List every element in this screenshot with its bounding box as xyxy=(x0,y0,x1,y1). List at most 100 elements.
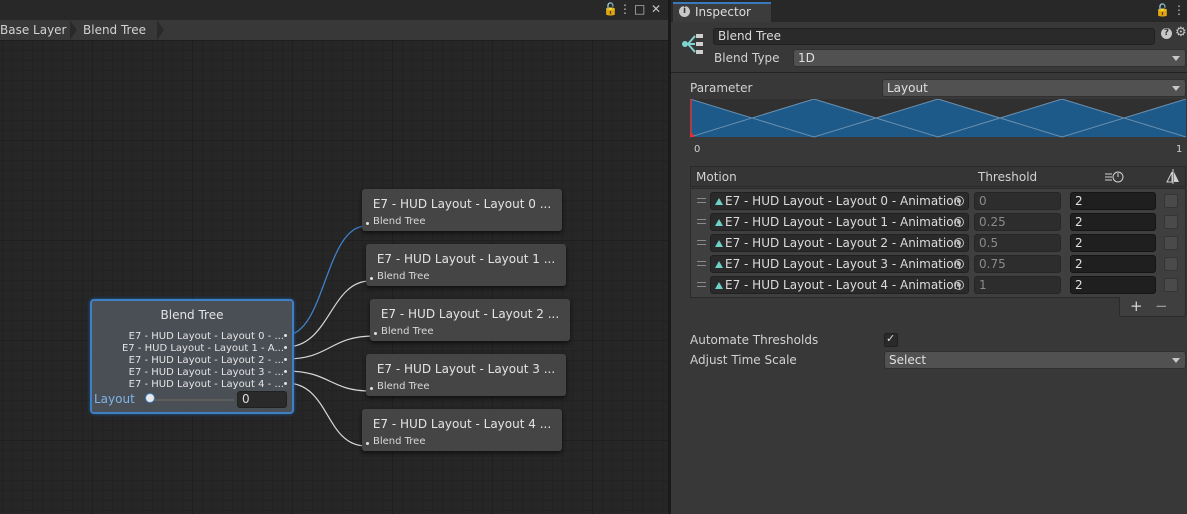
settings-icon[interactable]: ⚙ xyxy=(1175,25,1187,40)
speed-icon xyxy=(1105,171,1124,183)
child-node-2[interactable]: E7 - HUD Layout - Layout 2 ... Blend Tre… xyxy=(370,299,570,341)
graph-max-label: 1 xyxy=(1176,144,1183,155)
child-node-4[interactable]: E7 - HUD Layout - Layout 4 ... Blend Tre… xyxy=(362,409,562,451)
animation-clip-icon xyxy=(715,219,723,226)
motion-clip-field-4[interactable]: E7 - HUD Layout - Layout 4 - Animation xyxy=(710,276,969,294)
drag-handle-icon[interactable] xyxy=(697,261,706,266)
blend-output-3: E7 - HUD Layout - Layout 3 - ... xyxy=(128,367,284,378)
animation-clip-icon xyxy=(715,240,723,247)
blend-tree-node[interactable]: Blend Tree E7 - HUD Layout - Layout 0 - … xyxy=(90,299,294,414)
connection-lines xyxy=(285,225,375,447)
object-picker-icon[interactable] xyxy=(954,280,964,290)
child-node-title: E7 - HUD Layout - Layout 2 ... xyxy=(380,307,560,321)
motion-clip-field-3[interactable]: E7 - HUD Layout - Layout 3 - Animation xyxy=(710,255,969,273)
threshold-field-4[interactable]: 1 xyxy=(974,276,1061,294)
threshold-field-0[interactable]: 0 xyxy=(974,192,1061,210)
parameter-label: Parameter xyxy=(690,81,753,95)
blend-output-4: E7 - HUD Layout - Layout 4 - ... xyxy=(128,379,284,390)
child-node-subtitle: Blend Tree xyxy=(381,326,434,337)
parameter-label: Layout xyxy=(94,392,135,406)
motion-clip-field-0[interactable]: E7 - HUD Layout - Layout 0 - Animation xyxy=(710,192,969,210)
child-node-subtitle: Blend Tree xyxy=(373,436,426,447)
blend-output-0: E7 - HUD Layout - Layout 0 - ... xyxy=(128,331,284,342)
mirror-checkbox-2[interactable] xyxy=(1164,236,1178,250)
adjust-time-scale-label: Adjust Time Scale xyxy=(690,353,797,367)
output-port[interactable] xyxy=(284,358,287,361)
list-footer: + − xyxy=(1119,297,1186,317)
threshold-header-label: Threshold xyxy=(978,170,1038,184)
child-node-subtitle: Blend Tree xyxy=(377,271,430,282)
drag-handle-icon[interactable] xyxy=(697,219,706,224)
remove-motion-button[interactable]: − xyxy=(1155,297,1168,315)
blend-type-dropdown[interactable]: 1D xyxy=(793,49,1186,67)
name-field[interactable]: Blend Tree xyxy=(713,28,1155,45)
add-motion-button[interactable]: + xyxy=(1130,297,1143,315)
child-node-1[interactable]: E7 - HUD Layout - Layout 1 ... Blend Tre… xyxy=(366,244,566,286)
child-node-title: E7 - HUD Layout - Layout 1 ... xyxy=(376,252,556,266)
more-icon[interactable]: ⋮ xyxy=(1173,3,1185,17)
divider xyxy=(671,72,1187,73)
object-picker-icon[interactable] xyxy=(954,238,964,248)
child-node-title: E7 - HUD Layout - Layout 0 ... xyxy=(372,197,552,211)
output-port[interactable] xyxy=(284,382,287,385)
parameter-value: Layout xyxy=(887,81,928,95)
connection-4 xyxy=(285,382,367,447)
threshold-field-3[interactable]: 0.75 xyxy=(974,255,1061,273)
animation-clip-icon xyxy=(715,282,723,289)
child-node-0[interactable]: E7 - HUD Layout - Layout 0 ... Blend Tre… xyxy=(362,189,562,231)
automate-thresholds-checkbox[interactable]: ✓ xyxy=(884,332,898,347)
adjust-time-scale-dropdown[interactable]: Select xyxy=(884,351,1186,369)
motion-list-header: Motion Threshold xyxy=(690,166,1186,187)
drag-handle-icon[interactable] xyxy=(697,198,706,203)
animation-clip-icon xyxy=(715,261,723,268)
panel-divider[interactable] xyxy=(668,0,671,514)
parameter-value-field[interactable]: 0 xyxy=(237,391,287,408)
mirror-checkbox-3[interactable] xyxy=(1164,257,1178,271)
input-port[interactable] xyxy=(370,387,373,390)
inspector-panel: i Inspector 🔓 ⋮ Blend Tree ? ⚙ Blend Typ… xyxy=(670,0,1187,514)
mirror-checkbox-1[interactable] xyxy=(1164,215,1178,229)
drag-handle-icon[interactable] xyxy=(697,282,706,287)
object-picker-icon[interactable] xyxy=(954,259,964,269)
help-icon[interactable]: ? xyxy=(1161,28,1172,39)
mirror-checkbox-4[interactable] xyxy=(1164,278,1178,292)
motion-clip-field-2[interactable]: E7 - HUD Layout - Layout 2 - Animation xyxy=(710,234,969,252)
speed-field-3[interactable]: 2 xyxy=(1070,255,1156,273)
output-port[interactable] xyxy=(284,370,287,373)
input-port[interactable] xyxy=(374,332,377,335)
tab-inspector[interactable]: i Inspector xyxy=(673,2,771,22)
child-node-subtitle: Blend Tree xyxy=(377,381,430,392)
output-port[interactable] xyxy=(284,346,287,349)
object-picker-icon[interactable] xyxy=(954,196,964,206)
output-port[interactable] xyxy=(284,334,287,337)
child-node-title: E7 - HUD Layout - Layout 3 ... xyxy=(376,362,556,376)
chevron-down-icon xyxy=(1172,86,1180,91)
motion-clip-field-1[interactable]: E7 - HUD Layout - Layout 1 - Animation xyxy=(710,213,969,231)
motion-list: E7 - HUD Layout - Layout 0 - Animation 0… xyxy=(690,188,1186,298)
blend-type-value: 1D xyxy=(798,51,815,65)
input-port[interactable] xyxy=(370,277,373,280)
blend-type-label: Blend Type xyxy=(714,51,780,65)
threshold-field-1[interactable]: 0.25 xyxy=(974,213,1061,231)
parameter-dropdown[interactable]: Layout xyxy=(882,79,1186,97)
checkmark-icon: ✓ xyxy=(886,332,896,345)
child-node-3[interactable]: E7 - HUD Layout - Layout 3 ... Blend Tre… xyxy=(366,354,566,396)
speed-field-1[interactable]: 2 xyxy=(1070,213,1156,231)
parameter-slider-track[interactable] xyxy=(148,399,234,401)
threshold-field-2[interactable]: 0.5 xyxy=(974,234,1061,252)
mirror-checkbox-0[interactable] xyxy=(1164,194,1178,208)
input-port[interactable] xyxy=(366,222,369,225)
info-icon: i xyxy=(679,6,690,17)
speed-field-2[interactable]: 2 xyxy=(1070,234,1156,252)
lock-icon[interactable]: 🔓 xyxy=(1155,3,1170,17)
drag-handle-icon[interactable] xyxy=(697,240,706,245)
speed-field-0[interactable]: 2 xyxy=(1070,192,1156,210)
speed-field-4[interactable]: 2 xyxy=(1070,276,1156,294)
blend-output-1: E7 - HUD Layout - Layout 1 - A... xyxy=(121,343,284,354)
input-port[interactable] xyxy=(366,442,369,445)
blend-graph[interactable] xyxy=(690,99,1186,139)
object-picker-icon[interactable] xyxy=(954,217,964,227)
animator-panel: 🔓 ⋮ □ ✕ Base Layer Blend Tree Blend Tree… xyxy=(0,0,668,514)
parameter-slider-handle[interactable] xyxy=(145,393,155,403)
chevron-down-icon xyxy=(1172,56,1180,61)
